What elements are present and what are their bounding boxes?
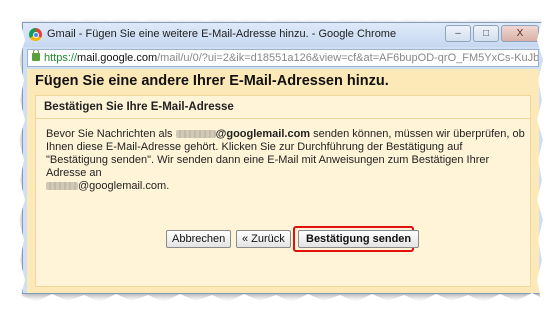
url-path: /mail/u/0/?ui=2&ik=d18551a126&view=cf&at… — [157, 52, 539, 64]
address-bar[interactable]: https://mail.google.com/mail/u/0/?ui=2&i… — [27, 49, 539, 67]
title-bar: Gmail - Fügen Sie eine weitere E-Mail-Ad… — [23, 23, 543, 47]
page-title: Fügen Sie eine andere Ihrer E-Mail-Adres… — [35, 73, 389, 89]
maximize-button[interactable]: □ — [473, 25, 499, 42]
panel-title: Bestätigen Sie Ihre E-Mail-Adresse — [44, 101, 234, 113]
lock-icon — [32, 50, 40, 61]
message-domain-2: @googlemail.com. — [78, 180, 170, 192]
url-text[interactable]: https://mail.google.com/mail/u/0/?ui=2&i… — [44, 50, 539, 66]
url-scheme: https:// — [44, 52, 78, 64]
redacted-username-2 — [46, 182, 78, 191]
close-button[interactable]: X — [501, 25, 539, 42]
confirm-panel: Bestätigen Sie Ihre E-Mail-Adresse Bevor… — [35, 95, 531, 287]
send-confirmation-button[interactable]: Bestätigung senden — [298, 230, 420, 248]
confirmation-message: Bevor Sie Nachrichten als @googlemail.co… — [46, 128, 526, 193]
back-button[interactable]: « Zurück — [236, 230, 291, 248]
window-controls: – □ X — [445, 25, 539, 43]
cancel-button[interactable]: Abbrechen — [166, 230, 232, 248]
screenshot-frame: Gmail - Fügen Sie eine weitere E-Mail-Ad… — [0, 0, 560, 318]
page-content: Fügen Sie eine andere Ihrer E-Mail-Adres… — [27, 69, 539, 293]
window-title: Gmail - Fügen Sie eine weitere E-Mail-Ad… — [47, 28, 397, 40]
chrome-icon — [29, 28, 42, 41]
minimize-button[interactable]: – — [445, 25, 471, 42]
browser-window: Gmail - Fügen Sie eine weitere E-Mail-Ad… — [22, 22, 544, 294]
message-part-1: Bevor Sie Nachrichten als — [46, 128, 176, 140]
redacted-username — [175, 130, 216, 139]
url-host: mail.google.com — [77, 52, 158, 64]
panel-header: Bestätigen Sie Ihre E-Mail-Adresse — [36, 96, 530, 119]
message-domain: @googlemail.com — [215, 128, 311, 140]
